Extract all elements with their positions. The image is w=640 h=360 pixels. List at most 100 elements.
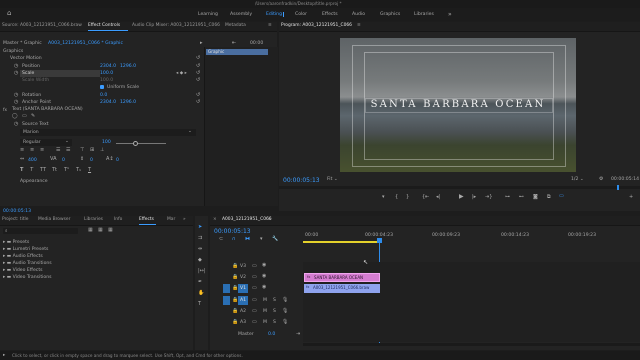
anchor-y-value[interactable]: 1296.0	[120, 100, 136, 105]
workspace-assembly[interactable]: Assembly	[230, 12, 252, 17]
tab-effect-controls[interactable]: Effect Controls	[88, 23, 120, 28]
tab-source[interactable]: Source: A003_12121951_C066.braw	[2, 23, 82, 28]
superscript-icon[interactable]: T¹	[64, 168, 69, 173]
add-marker-icon[interactable]: }	[406, 195, 409, 200]
workspace-editing[interactable]: Editing	[266, 12, 282, 17]
appearance-label[interactable]: Appearance	[20, 179, 48, 184]
align-top-icon[interactable]: ⊤	[80, 148, 84, 153]
sequence-clip-label[interactable]: A003_12121951_C066 * Graphic	[48, 41, 123, 46]
align-center-icon[interactable]: ≡	[30, 148, 34, 153]
scale-reset-icon[interactable]: ↺	[196, 71, 200, 76]
video-clip[interactable]: fx A003_12121951_C066.braw	[304, 284, 380, 293]
timeline-scrollbar[interactable]	[303, 343, 640, 346]
faux-italic-icon[interactable]: T	[30, 168, 33, 173]
fx-toggle-icon[interactable]: fx	[3, 107, 7, 112]
all-caps-icon[interactable]: TT	[40, 168, 46, 173]
microphone-icon[interactable]: 🎙	[282, 309, 288, 314]
font-size-slider-handle[interactable]	[133, 141, 138, 146]
slip-tool-icon[interactable]: |↔|	[198, 269, 206, 274]
position-stopwatch-icon[interactable]: ◷	[14, 64, 18, 69]
position-x-value[interactable]: 2304.0	[100, 64, 116, 69]
more-workspaces-icon[interactable]: »	[448, 11, 452, 18]
workspace-libraries[interactable]: Libraries	[414, 12, 434, 17]
solo-button[interactable]: S	[273, 298, 276, 303]
tab-info[interactable]: Info	[114, 217, 122, 222]
scale-stopwatch-icon[interactable]: ◷	[14, 71, 18, 76]
underline-icon[interactable]: T	[88, 168, 91, 173]
sequence-tab[interactable]: A003_12121951_C066	[222, 217, 272, 222]
workspace-effects[interactable]: Effects	[322, 12, 338, 17]
solo-button[interactable]: S	[273, 309, 276, 314]
razor-tool-icon[interactable]: ◆	[198, 258, 202, 263]
32bit-effects-icon[interactable]: ▦	[98, 228, 103, 233]
collapse-icon[interactable]: ⇤	[232, 41, 236, 46]
tab-audio-clip-mixer[interactable]: Audio Clip Mixer: A003_12121951_C066	[132, 23, 220, 28]
mark-in-icon[interactable]: ▾	[382, 195, 385, 200]
sync-icon[interactable]: ▭	[252, 275, 257, 280]
font-dropdown[interactable]: Marion ⌄	[20, 129, 196, 136]
mark-out-icon[interactable]: {	[395, 195, 398, 200]
sync-icon[interactable]: ▭	[252, 298, 257, 303]
program-scrub-bar[interactable]	[279, 186, 640, 189]
sync-icon[interactable]: ▭	[252, 320, 257, 325]
source-text-stopwatch-icon[interactable]: ◷	[14, 122, 18, 127]
graphic-clip[interactable]: fx SANTA BARBARA OCEAN	[304, 273, 380, 282]
source-patch-a1[interactable]	[223, 296, 230, 305]
timeline-ruler[interactable]: 00:00 00:00:04:23 00:00:09:23 00:00:14:2…	[303, 229, 640, 245]
subscript-icon[interactable]: T₁	[76, 168, 81, 173]
timeline-settings-icon[interactable]: 🔧	[272, 237, 278, 242]
folder-lumetri-presets[interactable]: ▸ ▬ Lumetri Presets	[3, 247, 48, 252]
tab-markers[interactable]: Mar	[167, 217, 175, 222]
scale-width-reset-icon[interactable]: ↺	[196, 78, 200, 83]
faux-bold-icon[interactable]: T	[20, 168, 23, 173]
sync-icon[interactable]: ▭	[252, 264, 257, 269]
effects-search-input[interactable]: ⌕	[3, 228, 78, 234]
type-tool-icon[interactable]: T	[198, 302, 201, 307]
justify-icon[interactable]: ☰	[56, 148, 60, 153]
step-forward-icon[interactable]: |▸	[472, 195, 476, 200]
nest-icon[interactable]: ⊂	[219, 237, 223, 242]
master-clip-label[interactable]: Master * Graphic	[3, 41, 42, 46]
folder-presets[interactable]: ▸ ▬ Presets	[3, 240, 29, 245]
mute-button[interactable]: M	[263, 298, 267, 303]
workspace-learning[interactable]: Learning	[198, 12, 218, 17]
track-label[interactable]: A3	[240, 320, 246, 325]
folder-audio-effects[interactable]: ▸ ▬ Audio Effects	[3, 254, 43, 259]
lock-icon[interactable]: 🔒	[232, 320, 238, 325]
go-to-end-icon[interactable]: ⇥	[296, 332, 300, 337]
tab-effects[interactable]: Effects	[139, 217, 154, 222]
uniform-scale-checkbox[interactable]	[100, 85, 104, 89]
reset-icon[interactable]: ↺	[196, 56, 200, 61]
source-patch-v1[interactable]	[223, 284, 230, 293]
track-label[interactable]: V3	[240, 264, 246, 269]
play-audio-icon[interactable]: ▸	[200, 41, 203, 46]
baseline-value[interactable]: 0	[116, 158, 119, 163]
track-label[interactable]: V1	[240, 286, 246, 291]
track-label[interactable]: V2	[240, 275, 246, 280]
sequence-menu-icon[interactable]: ≡	[268, 217, 272, 222]
fit-dropdown[interactable]: Fit ⌄	[327, 177, 338, 182]
tab-project[interactable]: Project: title	[2, 217, 28, 222]
lock-icon[interactable]: 🔒	[232, 275, 238, 280]
align-middle-icon[interactable]: ⊞	[90, 148, 94, 153]
program-playhead[interactable]	[617, 185, 619, 190]
tab-media-browser[interactable]: Media Browser	[38, 217, 70, 222]
sync-icon[interactable]: ▭	[252, 286, 257, 291]
microphone-icon[interactable]: 🎙	[282, 298, 288, 303]
hand-tool-icon[interactable]: ✋	[198, 291, 204, 296]
align-bottom-icon[interactable]: ⊥	[100, 148, 104, 153]
timeline-track-area[interactable]: fx SANTA BARBARA OCEAN fx A003_12121951_…	[303, 259, 640, 342]
pen-tool-icon[interactable]: ✒	[198, 280, 202, 285]
export-frame-icon[interactable]: ◙	[533, 195, 538, 200]
tab-libraries[interactable]: Libraries	[84, 217, 103, 222]
play-icon[interactable]: ▶	[459, 194, 464, 200]
settings-wrench-icon[interactable]: ⚙	[599, 177, 603, 182]
program-label[interactable]: Program: A003_12121951_C066	[281, 23, 352, 28]
justify-all-icon[interactable]: ☰	[66, 148, 70, 153]
track-label[interactable]: A1	[240, 298, 246, 303]
master-value[interactable]: 0.0	[268, 332, 275, 337]
position-y-value[interactable]: 1296.0	[120, 64, 136, 69]
align-left-icon[interactable]: ≡	[20, 148, 24, 153]
font-size-value[interactable]: 100	[102, 140, 111, 145]
track-label[interactable]: A2	[240, 309, 246, 314]
